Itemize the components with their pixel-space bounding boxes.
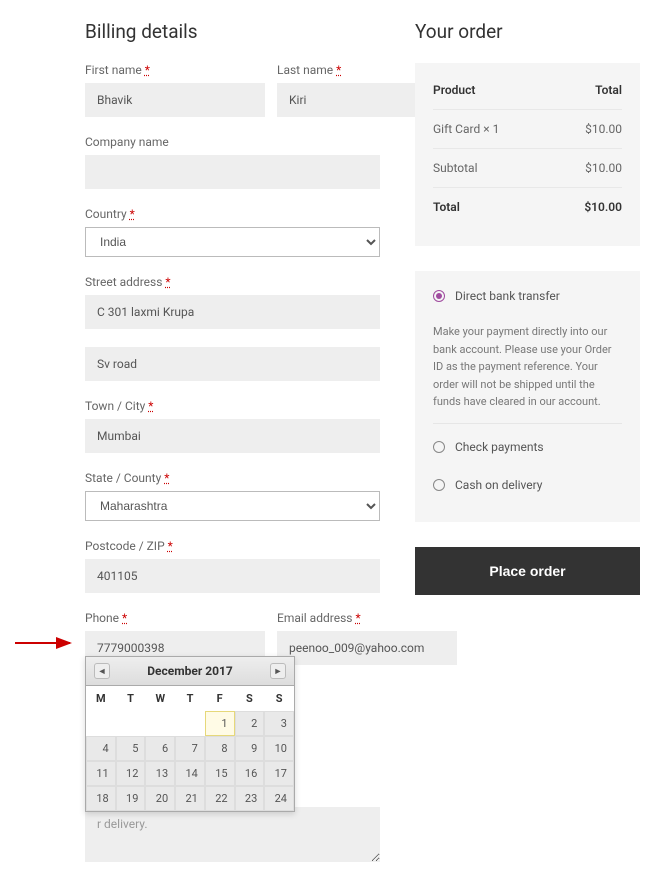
company-input[interactable] — [85, 155, 380, 189]
postcode-input[interactable] — [85, 559, 380, 593]
datepicker-day[interactable]: 13 — [145, 761, 175, 786]
datepicker-dow: W — [145, 686, 175, 711]
state-label: State / County * — [85, 471, 380, 485]
datepicker-day[interactable]: 9 — [235, 736, 265, 761]
postcode-label: Postcode / ZIP * — [85, 539, 380, 553]
datepicker-day[interactable]: 18 — [86, 786, 116, 811]
datepicker-day[interactable]: 10 — [264, 736, 294, 761]
datepicker-day[interactable]: 6 — [145, 736, 175, 761]
payment-methods: Direct bank transfer Make your payment d… — [415, 271, 640, 522]
datepicker-day[interactable]: 20 — [145, 786, 175, 811]
radio-selected-icon — [433, 290, 445, 302]
datepicker-day[interactable]: 15 — [205, 761, 235, 786]
datepicker-empty-cell — [86, 711, 116, 736]
country-label: Country * — [85, 207, 380, 221]
datepicker-prev-button[interactable]: ◄ — [94, 663, 110, 679]
arrow-annotation-icon — [15, 634, 80, 652]
order-head-product: Product — [433, 83, 475, 97]
first-name-label: First name * — [85, 63, 265, 77]
radio-icon — [433, 441, 445, 453]
datepicker-dow: T — [175, 686, 205, 711]
first-name-input[interactable] — [85, 83, 265, 117]
city-input[interactable] — [85, 419, 380, 453]
order-item-name: Gift Card × 1 — [433, 122, 499, 136]
company-label: Company name — [85, 135, 380, 149]
order-subtotal-value: $10.00 — [585, 161, 622, 175]
billing-title: Billing details — [85, 20, 380, 43]
datepicker-empty-cell — [145, 711, 175, 736]
datepicker-day[interactable]: 8 — [205, 736, 235, 761]
datepicker-day[interactable]: 1 — [205, 711, 235, 736]
country-select[interactable]: India — [85, 227, 380, 257]
payment-option-cod[interactable]: Cash on delivery — [433, 466, 622, 504]
phone-label: Phone * — [85, 611, 265, 625]
payment-option-bank[interactable]: Direct bank transfer — [433, 289, 622, 315]
street-input-1[interactable] — [85, 295, 380, 329]
datepicker-dow: M — [86, 686, 116, 711]
order-subtotal-label: Subtotal — [433, 161, 478, 175]
datepicker-day[interactable]: 7 — [175, 736, 205, 761]
payment-option-check[interactable]: Check payments — [433, 428, 622, 466]
your-order: Your order Product Total Gift Card × 1 $… — [415, 20, 640, 880]
datepicker-day[interactable]: 14 — [175, 761, 205, 786]
radio-icon — [433, 479, 445, 491]
datepicker-day[interactable]: 12 — [116, 761, 146, 786]
order-head-total: Total — [595, 83, 622, 97]
datepicker-dow: S — [235, 686, 265, 711]
datepicker-day[interactable]: 4 — [86, 736, 116, 761]
datepicker-popup: ◄ December 2017 ► MTWTFSS 12345678910111… — [85, 656, 295, 812]
datepicker-day[interactable]: 2 — [235, 711, 265, 736]
order-title: Your order — [415, 20, 640, 43]
datepicker-title: December 2017 — [147, 664, 233, 678]
datepicker-day[interactable]: 19 — [116, 786, 146, 811]
datepicker-day[interactable]: 17 — [264, 761, 294, 786]
datepicker-day[interactable]: 23 — [235, 786, 265, 811]
datepicker-dow: F — [205, 686, 235, 711]
order-total-label: Total — [433, 200, 460, 214]
datepicker-day[interactable]: 21 — [175, 786, 205, 811]
datepicker-dow: S — [264, 686, 294, 711]
datepicker-empty-cell — [175, 711, 205, 736]
datepicker-empty-cell — [116, 711, 146, 736]
state-select[interactable]: Maharashtra — [85, 491, 380, 521]
datepicker-day[interactable]: 16 — [235, 761, 265, 786]
datepicker-day[interactable]: 22 — [205, 786, 235, 811]
order-notes-textarea[interactable] — [85, 807, 380, 862]
datepicker-day[interactable]: 24 — [264, 786, 294, 811]
datepicker-day[interactable]: 3 — [264, 711, 294, 736]
datepicker-day[interactable]: 11 — [86, 761, 116, 786]
order-total-value: $10.00 — [584, 200, 622, 214]
order-summary: Product Total Gift Card × 1 $10.00 Subto… — [415, 63, 640, 246]
street-input-2[interactable] — [85, 347, 380, 381]
city-label: Town / City * — [85, 399, 380, 413]
datepicker-day[interactable]: 5 — [116, 736, 146, 761]
datepicker-dow: T — [116, 686, 146, 711]
place-order-button[interactable]: Place order — [415, 547, 640, 595]
order-item-total: $10.00 — [585, 122, 622, 136]
payment-bank-desc: Make your payment directly into our bank… — [433, 315, 622, 424]
datepicker-next-button[interactable]: ► — [270, 663, 286, 679]
street-label: Street address * — [85, 275, 380, 289]
